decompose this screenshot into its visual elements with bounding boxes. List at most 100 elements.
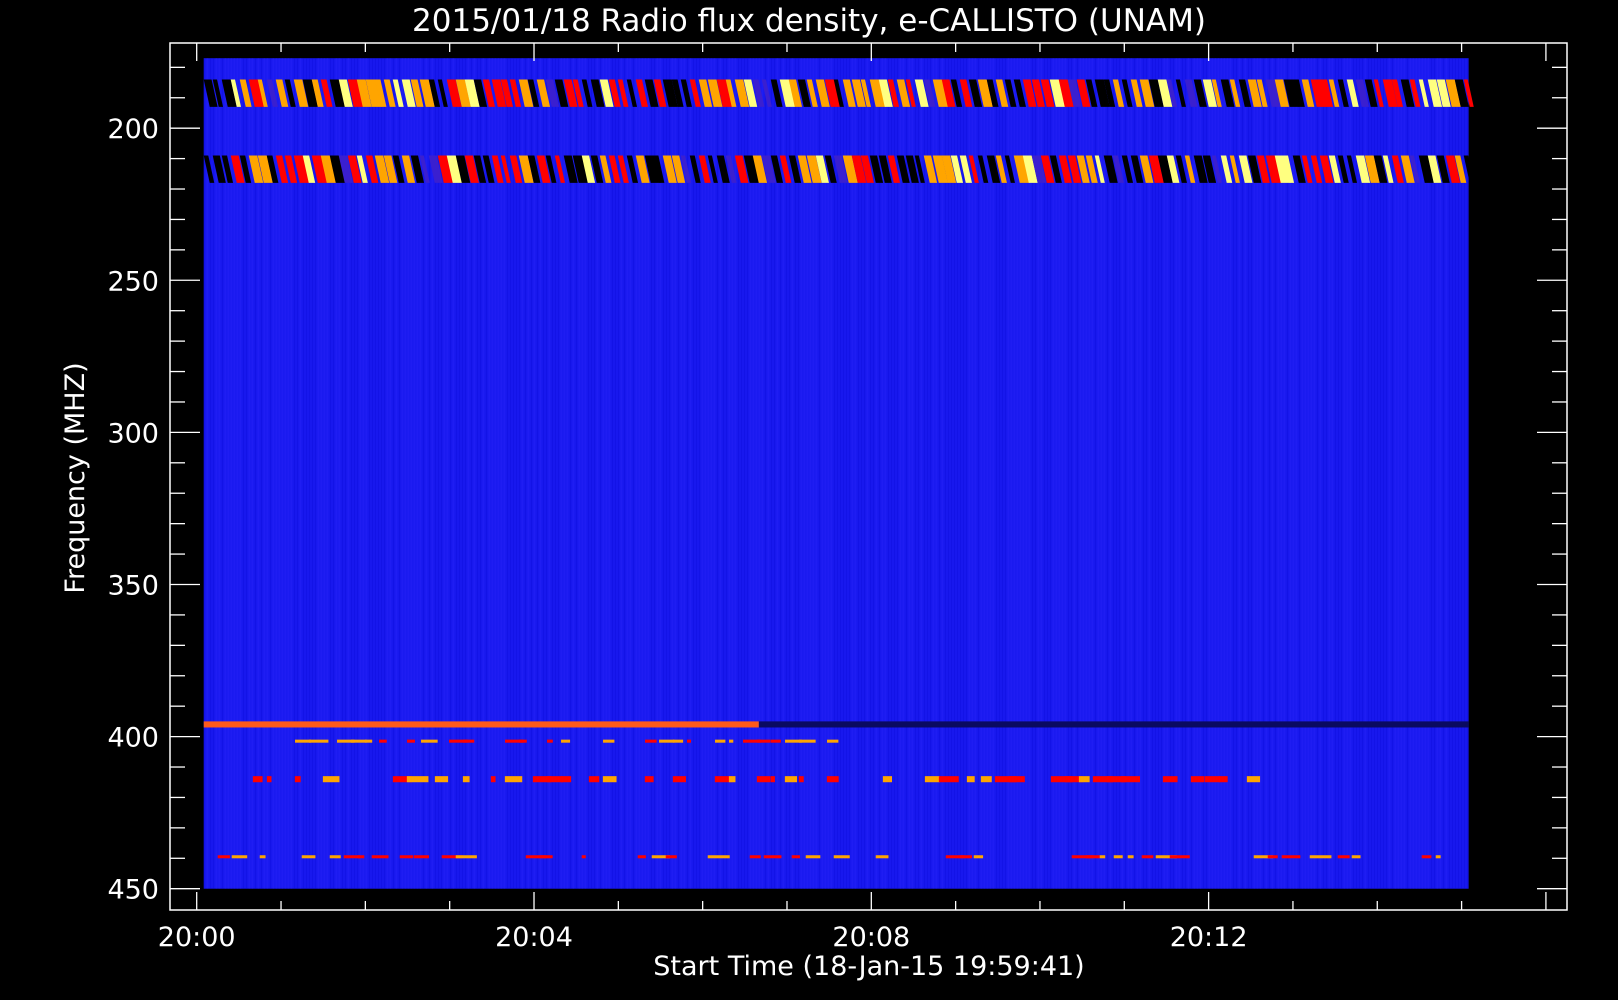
interference-mark [1218,776,1228,783]
noise-column [203,58,206,889]
interference-mark [266,776,272,783]
interference-mark [827,739,839,743]
interference-mark [455,855,477,859]
interference-mark [973,855,984,859]
interference-mark [924,776,940,783]
noise-column [1223,58,1226,889]
interference-mark [504,776,523,783]
feature-1 [203,155,1475,183]
y-tick-label: 450 [107,875,159,906]
y-axis-label: Frequency (MHZ) [60,362,91,593]
noise-column [719,58,722,889]
interference-mark [1309,855,1332,859]
interference-mark [637,855,646,859]
interference-mark [644,776,654,783]
noise-column [620,58,623,889]
interference-mark [463,739,475,743]
interference-mark [826,776,839,783]
interference-mark [581,855,586,859]
noise-column [215,58,218,889]
interference-mark [1008,776,1025,783]
interference-mark [728,776,736,783]
noise-column [512,58,515,889]
noise-column [494,58,497,889]
interference-mark [980,776,992,783]
interference-mark [602,776,617,783]
noise-column [737,58,740,889]
y-tick-label: 350 [107,570,159,601]
interference-mark [561,739,571,743]
noise-column [404,58,407,889]
interference-mark [771,739,781,743]
interference-mark [421,739,438,743]
interference-mark [770,776,775,783]
interference-mark [322,776,340,783]
interference-mark [259,855,266,859]
interference-mark [799,739,816,743]
interference-mark [784,776,798,783]
interference-mark [959,855,972,859]
interference-mark [379,739,387,743]
interference-mark [365,739,373,743]
x-tick-label: 20:08 [832,922,910,953]
interference-mark [413,855,429,859]
interference-mark [252,776,263,783]
band-mark [758,721,1469,728]
interference-mark [1267,855,1278,859]
feature-2 [203,721,759,728]
noise-column [1124,58,1127,889]
noise-column [629,58,632,889]
spectrogram-chart: 2015/01/18 Radio flux density, e-CALLIST… [60,3,1568,982]
interference-mark [805,855,821,859]
noise-column [638,58,641,889]
interference-mark [756,776,771,783]
interference-mark [1337,855,1350,859]
interference-mark [707,855,730,859]
noise-column [665,58,668,889]
interference-mark [519,739,524,743]
noise-column [233,58,236,889]
interference-mark [1120,776,1140,783]
noise-column [278,58,281,889]
interference-mark [547,739,553,743]
noise-column [566,58,569,889]
interference-mark [749,855,761,859]
x-tick-label: 20:04 [495,922,573,953]
interference-mark [687,739,692,743]
interference-mark [882,776,892,783]
noise-column [989,58,992,889]
noise-column [251,58,254,889]
interference-mark [1127,855,1134,859]
noise-column [1394,58,1397,889]
noise-column [206,58,209,889]
interference-mark [1078,776,1090,783]
noise-column [926,58,929,889]
noise-column [1295,58,1298,889]
interference-mark [1113,855,1123,859]
noise-column [1403,58,1406,889]
interference-mark [294,776,301,783]
interference-mark [231,855,248,859]
noise-column [1097,58,1100,889]
interference-mark [672,776,686,783]
noise-column [1358,58,1361,889]
feature-3 [758,721,1469,728]
noise-column [1106,58,1109,889]
noise-column [1061,58,1064,889]
chart-title: 2015/01/18 Radio flux density, e-CALLIST… [412,3,1206,39]
interference-mark [371,855,389,859]
y-tick-label: 300 [107,418,159,449]
interference-mark [1141,855,1154,859]
y-tick-label: 200 [107,114,159,145]
interference-mark [1421,855,1432,859]
interference-mark [329,855,341,859]
interference-mark [301,855,316,859]
noise-column [1313,58,1316,889]
interference-mark [490,776,496,783]
noise-column [557,58,560,889]
interference-mark [798,776,804,783]
interference-mark [763,855,782,859]
interference-mark [938,776,959,783]
interference-mark [875,855,889,859]
noise-column [1349,58,1352,889]
